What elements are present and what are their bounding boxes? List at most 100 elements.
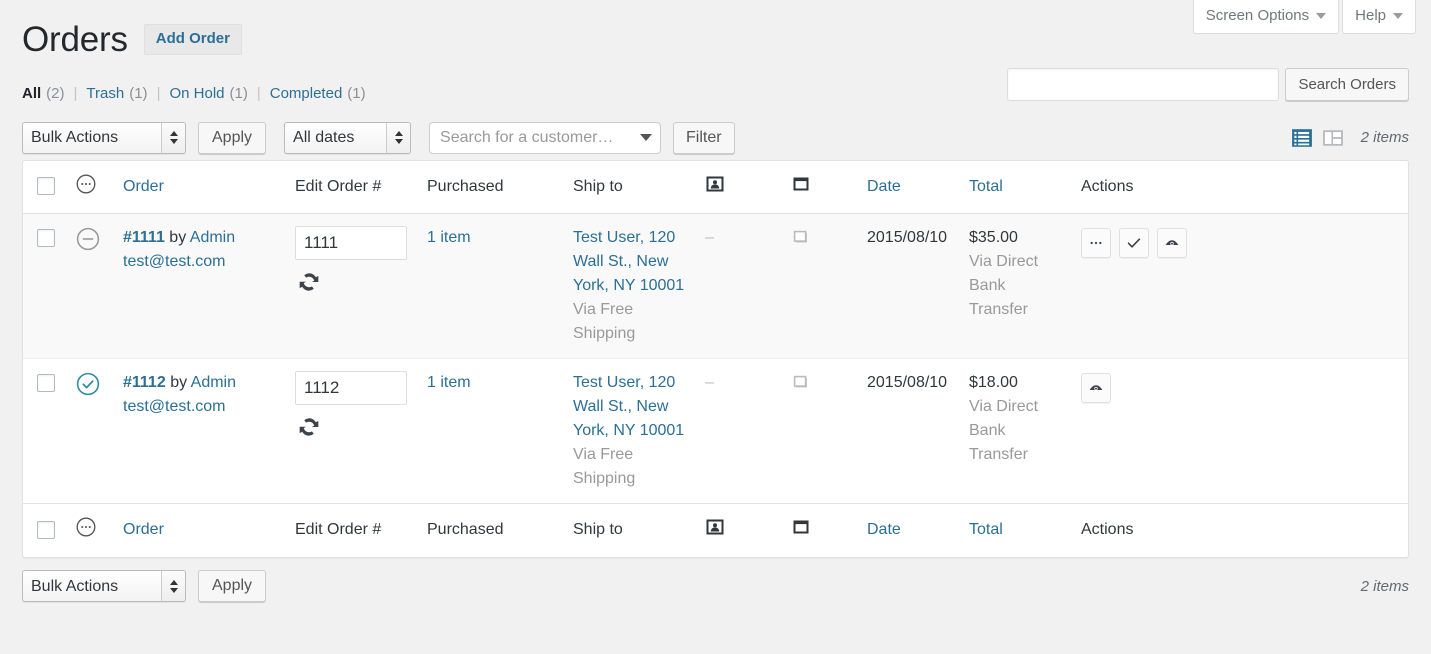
origin-column-header[interactable] (695, 161, 781, 215)
page-title-row: Orders Add Order (22, 0, 1409, 63)
bulk-actions-select-bottom[interactable]: Bulk Actions (22, 570, 186, 602)
status-column-footer[interactable] (65, 503, 113, 557)
order-note-column-header[interactable] (781, 161, 857, 215)
sync-order-number-icon[interactable] (295, 413, 407, 449)
row-order-cell: #1111 by Admin test@test.com (113, 214, 285, 359)
order-column-footer[interactable]: Order (113, 503, 285, 557)
row-edit-order-number-cell (285, 359, 417, 503)
edit-order-number-column-footer: Edit Order # (285, 503, 417, 557)
select-all-footer (23, 503, 65, 557)
purchased-items-link[interactable]: 1 item (427, 374, 471, 391)
ship-via-text: Via Free Shipping (573, 443, 685, 491)
orders-table-head: Order Edit Order # Purchased Ship to (23, 161, 1408, 215)
search-input[interactable] (1007, 68, 1279, 101)
status-separator: | (74, 79, 78, 109)
customer-icon (705, 174, 725, 194)
bulk-actions-select-top[interactable]: Bulk Actions (22, 122, 186, 154)
order-author-link[interactable]: Admin (190, 229, 235, 246)
ship-to-address-link[interactable]: Test User, 120 Wall St., New York, NY 10… (573, 229, 684, 294)
complete-action-button[interactable] (1119, 228, 1149, 258)
row-note-cell (781, 214, 857, 359)
row-actions-cell (1071, 359, 1408, 503)
row-order-cell: #1112 by Admin test@test.com (113, 359, 285, 503)
row-checkbox[interactable] (37, 229, 55, 247)
search-box: Search Orders (1007, 68, 1409, 101)
row-status-cell (65, 214, 113, 359)
displaying-num-top: 2 items (1361, 129, 1409, 146)
list-view-icon[interactable] (1290, 126, 1314, 150)
view-action-button[interactable] (1081, 373, 1111, 403)
select-all-checkbox[interactable] (37, 177, 55, 195)
apply-button-top[interactable]: Apply (198, 122, 266, 154)
status-separator: | (157, 79, 161, 109)
order-number-link[interactable]: #1112 (123, 374, 166, 391)
ellipsis-icon (1087, 234, 1105, 252)
date-filter-wrap: All dates (284, 122, 411, 154)
order-note-column-footer[interactable] (781, 503, 857, 557)
order-number-input[interactable] (295, 226, 407, 260)
tablenav-top: Bulk Actions Apply All dates Search for … (22, 116, 1409, 160)
row-edit-order-number-cell (285, 214, 417, 359)
search-orders-button[interactable]: Search Orders (1285, 68, 1409, 101)
payment-method-text: Via Direct Bank Transfer (969, 250, 1061, 322)
status-link-all[interactable]: All (22, 79, 41, 109)
row-purchased-cell: 1 item (417, 359, 563, 503)
payment-method-text: Via Direct Bank Transfer (969, 395, 1061, 467)
order-note-icon (791, 174, 811, 194)
row-note-cell (781, 359, 857, 503)
add-order-button[interactable]: Add Order (144, 24, 242, 55)
date-column-label: Date (867, 178, 901, 195)
order-column-header[interactable]: Order (113, 161, 285, 215)
origin-column-footer[interactable] (695, 503, 781, 557)
filter-button[interactable]: Filter (673, 122, 735, 154)
date-column-footer[interactable]: Date (857, 503, 959, 557)
total-column-label: Total (969, 178, 1003, 195)
table-footer-row: Order Edit Order # Purchased Ship to (23, 503, 1408, 557)
total-column-footer[interactable]: Total (959, 503, 1071, 557)
select-all-checkbox-footer[interactable] (37, 521, 55, 539)
ship-to-label: Ship to (573, 178, 623, 195)
order-by-text: by (170, 374, 187, 391)
status-link-completed[interactable]: Completed (270, 79, 343, 109)
status-link-trash[interactable]: Trash (86, 79, 124, 109)
apply-button-bottom[interactable]: Apply (198, 570, 266, 602)
eye-icon (1087, 379, 1105, 397)
row-date-cell: 2015/08/10 (857, 214, 959, 359)
view-action-button[interactable] (1157, 228, 1187, 258)
row-date-cell: 2015/08/10 (857, 359, 959, 503)
order-total: $35.00 (969, 229, 1018, 246)
order-number-input[interactable] (295, 371, 407, 405)
row-total-cell: $18.00 Via Direct Bank Transfer (959, 359, 1071, 503)
ship-to-label: Ship to (573, 521, 623, 538)
status-link-on-hold[interactable]: On Hold (169, 79, 224, 109)
sync-order-number-icon[interactable] (295, 268, 407, 304)
order-note-icon[interactable] (791, 226, 847, 256)
order-email-link[interactable]: test@test.com (123, 253, 226, 270)
processing-action-button[interactable] (1081, 228, 1111, 258)
customer-search-placeholder: Search for a customer… (440, 129, 613, 147)
row-purchased-cell: 1 item (417, 214, 563, 359)
customer-search-select[interactable]: Search for a customer… (429, 122, 661, 154)
orders-table: Order Edit Order # Purchased Ship to (22, 160, 1409, 559)
ship-to-column-footer: Ship to (563, 503, 695, 557)
date-column-header[interactable]: Date (857, 161, 959, 215)
order-note-icon[interactable] (791, 371, 847, 401)
ship-to-address-link[interactable]: Test User, 120 Wall St., New York, NY 10… (573, 374, 684, 439)
table-header-row: Order Edit Order # Purchased Ship to (23, 161, 1408, 215)
row-checkbox[interactable] (37, 374, 55, 392)
purchased-column-footer: Purchased (417, 503, 563, 557)
purchased-items-link[interactable]: 1 item (427, 229, 471, 246)
date-filter-select[interactable]: All dates (284, 122, 411, 154)
actions-column-header: Actions (1071, 161, 1408, 215)
status-column-header[interactable] (65, 161, 113, 215)
status-link-on-hold-item: On Hold (1) | (169, 79, 269, 109)
total-column-label: Total (969, 521, 1003, 538)
order-author-link[interactable]: Admin (191, 374, 236, 391)
page-title: Orders (22, 17, 128, 63)
eye-icon (1163, 234, 1181, 252)
total-column-header[interactable]: Total (959, 161, 1071, 215)
order-number-link[interactable]: #1111 (123, 229, 165, 246)
actions-label: Actions (1081, 178, 1133, 195)
order-email-link[interactable]: test@test.com (123, 398, 226, 415)
excerpt-view-icon[interactable] (1321, 126, 1345, 150)
